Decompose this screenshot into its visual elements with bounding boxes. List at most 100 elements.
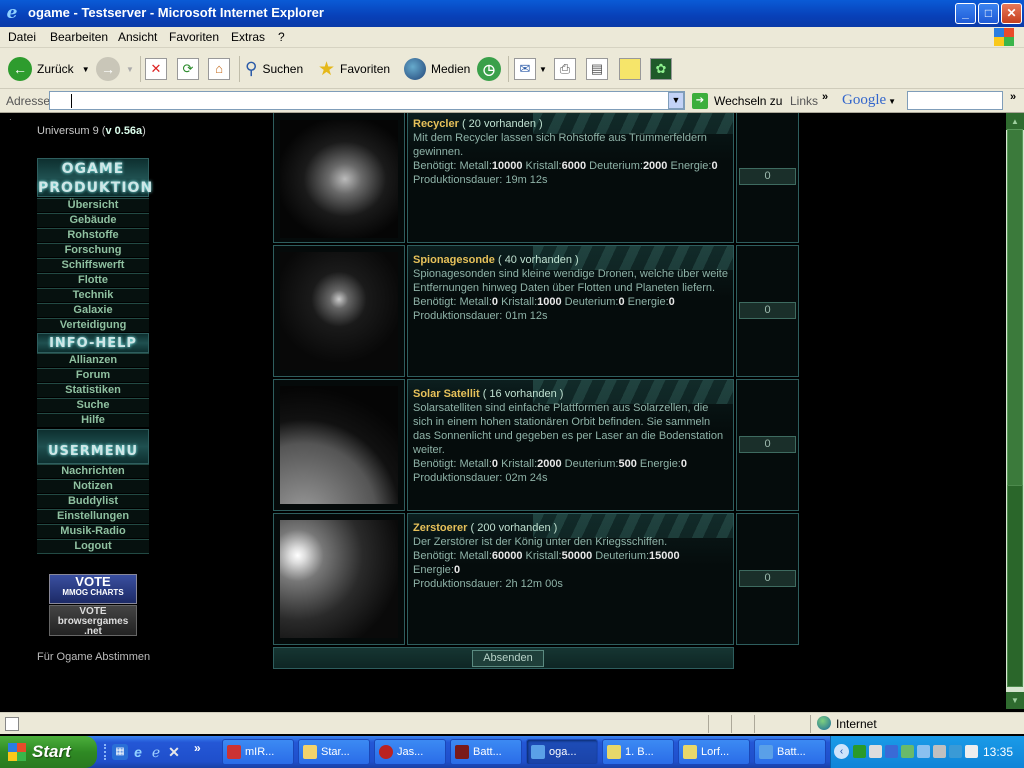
ie-quicklaunch-icon[interactable]: e	[130, 744, 146, 760]
nav-item-forschung[interactable]: Forschung	[37, 243, 149, 257]
vote-mmog-charts-banner[interactable]: VOTE MMOG CHARTS	[49, 574, 137, 604]
nav-item-buddylist[interactable]: Buddylist	[37, 494, 149, 508]
ship-quantity-input[interactable]: 0	[739, 302, 796, 319]
tray-expand-icon[interactable]: ‹	[834, 744, 849, 759]
nav-item-rohstoffe[interactable]: Rohstoffe	[37, 228, 149, 242]
show-desktop-icon[interactable]: ▦	[112, 744, 128, 760]
mail-button[interactable]: ✉ ▼	[514, 54, 547, 84]
scroll-up-icon[interactable]: ▲	[1006, 113, 1024, 130]
nav-item-gebaeude[interactable]: Gebäude	[37, 213, 149, 227]
tray-users-icon[interactable]	[933, 745, 946, 758]
google-search-input[interactable]	[907, 91, 1003, 110]
menu-help[interactable]: ?	[278, 30, 285, 44]
nav-item-schiffswerft[interactable]: Schiffswerft	[37, 258, 149, 272]
nav-item-verteidigung[interactable]: Verteidigung	[37, 318, 149, 332]
submit-button[interactable]: Absenden	[472, 650, 544, 667]
history-button[interactable]: ◷	[477, 54, 501, 84]
quicklaunch-chevron-icon[interactable]: »	[194, 741, 201, 755]
back-dropdown-icon[interactable]: ▼	[82, 65, 90, 74]
clock[interactable]: 13:35	[983, 745, 1013, 759]
nav-item-hilfe[interactable]: Hilfe	[37, 413, 149, 427]
task-mirc[interactable]: mIR...	[222, 739, 294, 765]
links-chevron-icon[interactable]: »	[822, 91, 828, 103]
task-batt-1[interactable]: Batt...	[450, 739, 522, 765]
favorites-button[interactable]: ★ Favoriten	[318, 54, 390, 84]
tray-app-icon[interactable]	[901, 745, 914, 758]
scroll-down-icon[interactable]: ▼	[1006, 692, 1024, 709]
close-button[interactable]: ✕	[1001, 3, 1022, 24]
address-dropdown-icon[interactable]: ▼	[668, 92, 684, 109]
nav-item-musik-radio[interactable]: Musik-Radio	[37, 524, 149, 538]
menu-extras[interactable]: Extras	[231, 30, 265, 44]
menu-favoriten[interactable]: Favoriten	[169, 30, 219, 44]
forward-dropdown-icon[interactable]: ▼	[126, 65, 134, 74]
ship-name[interactable]: Recycler	[413, 118, 459, 130]
task-b[interactable]: 1. B...	[602, 739, 674, 765]
toolbar-separator	[140, 56, 141, 82]
home-button[interactable]: ⌂	[208, 54, 230, 84]
task-lorf[interactable]: Lorf...	[678, 739, 750, 765]
tray-app-icon[interactable]	[885, 745, 898, 758]
task-folder[interactable]: Star...	[298, 739, 370, 765]
vote-browsergames-banner[interactable]: VOTE browsergames .net	[49, 605, 137, 637]
nav-item-forum[interactable]: Forum	[37, 368, 149, 382]
go-arrow-icon[interactable]: ➔	[692, 93, 708, 109]
tray-app-icon[interactable]	[869, 745, 882, 758]
menu-bearbeiten[interactable]: Bearbeiten	[50, 30, 108, 44]
nav-item-galaxie[interactable]: Galaxie	[37, 303, 149, 317]
scrollbar-track-upper[interactable]	[1007, 129, 1023, 491]
stop-button[interactable]: ✕	[145, 54, 167, 84]
nav-item-nachrichten[interactable]: Nachrichten	[37, 464, 149, 478]
title-bar[interactable]: e ogame - Testserver - Microsoft Interne…	[0, 0, 1024, 27]
volume-icon[interactable]	[965, 745, 978, 758]
ship-quantity-input[interactable]: 0	[739, 168, 796, 185]
ship-quantity-input[interactable]: 0	[739, 436, 796, 453]
minimize-button[interactable]: _	[955, 3, 976, 24]
nav-item-uebersicht[interactable]: Übersicht	[37, 198, 149, 212]
media-button[interactable]: Medien	[404, 54, 470, 84]
edit-button[interactable]: ▤	[586, 54, 608, 84]
task-ogame[interactable]: oga...	[526, 739, 598, 765]
ship-name[interactable]: Zerstoerer	[413, 522, 467, 534]
tray-display-icon[interactable]	[949, 745, 962, 758]
ship-name[interactable]: Solar Satellit	[413, 388, 480, 400]
ship-name[interactable]: Spionagesonde	[413, 254, 495, 266]
nav-item-technik[interactable]: Technik	[37, 288, 149, 302]
vertical-scrollbar[interactable]: ▲ ▼	[1006, 113, 1024, 709]
status-bar: Internet	[0, 712, 1024, 734]
nav-item-notizen[interactable]: Notizen	[37, 479, 149, 493]
toolbar-chevron-icon[interactable]: »	[1010, 91, 1016, 103]
tray-app-icon[interactable]	[853, 745, 866, 758]
maximize-button[interactable]: □	[978, 3, 999, 24]
address-input[interactable]	[49, 91, 685, 110]
forward-button[interactable]: → ▼	[96, 54, 134, 84]
search-button[interactable]: ⚲ Suchen	[245, 54, 303, 84]
task-label: Lorf...	[701, 746, 730, 758]
scrollbar-thumb[interactable]	[1007, 485, 1023, 687]
refresh-button[interactable]: ⟳	[177, 54, 199, 84]
messenger-button[interactable]: ✿	[650, 54, 672, 84]
ie-alt-quicklaunch-icon[interactable]: ℯ	[148, 744, 164, 760]
start-button[interactable]: Start	[0, 736, 97, 768]
ship-quantity-input[interactable]: 0	[739, 570, 796, 587]
task-batt-2[interactable]: Batt...	[754, 739, 826, 765]
tray-network-icon[interactable]	[917, 745, 930, 758]
nav-item-einstellungen[interactable]: Einstellungen	[37, 509, 149, 523]
tool-quicklaunch-icon[interactable]: ✕	[166, 744, 182, 760]
nav-item-allianzen[interactable]: Allianzen	[37, 353, 149, 367]
google-toolbar-logo[interactable]: Google ▼	[842, 92, 896, 109]
links-button[interactable]: Links	[790, 94, 818, 108]
nav-item-suche[interactable]: Suche	[37, 398, 149, 412]
go-button[interactable]: Wechseln zu	[714, 94, 782, 108]
nav-item-flotte[interactable]: Flotte	[37, 273, 149, 287]
discuss-button[interactable]	[619, 54, 641, 84]
back-button[interactable]: ← Zurück ▼	[8, 54, 90, 84]
menu-datei[interactable]: Datei	[8, 30, 36, 44]
task-jas[interactable]: Jas...	[374, 739, 446, 765]
print-button[interactable]: ⎙	[554, 54, 576, 84]
mail-dropdown-icon[interactable]: ▼	[539, 65, 547, 74]
text-caret	[71, 94, 72, 108]
nav-item-logout[interactable]: Logout	[37, 539, 149, 554]
menu-ansicht[interactable]: Ansicht	[118, 30, 157, 44]
nav-item-statistiken[interactable]: Statistiken	[37, 383, 149, 397]
